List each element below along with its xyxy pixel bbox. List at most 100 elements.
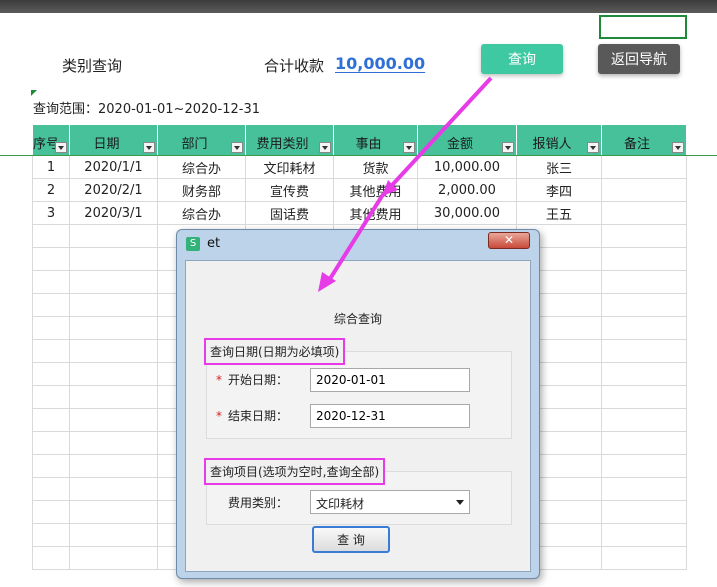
table-cell[interactable] <box>32 500 70 524</box>
submit-query-button[interactable]: 查 询 <box>312 526 390 553</box>
table-cell[interactable] <box>32 224 70 248</box>
table-cell[interactable]: 文印耗材 <box>245 155 334 179</box>
table-row: 1 2020/1/1 综合办 文印耗材 货款 10,000.00 张三 <box>32 155 687 179</box>
table-cell[interactable]: 其他费用 <box>333 178 418 202</box>
date-group-title: 查询日期(日期为必填项) <box>204 338 346 365</box>
column-header: 金额 <box>417 124 517 156</box>
table-cell[interactable]: 李四 <box>516 178 602 202</box>
table-cell[interactable] <box>32 454 70 478</box>
table-cell[interactable] <box>32 546 70 570</box>
table-cell[interactable]: 2,000.00 <box>417 178 517 202</box>
table-cell[interactable]: 2020/1/1 <box>69 155 158 179</box>
table-cell[interactable]: 2020/3/1 <box>69 201 158 225</box>
table-cell[interactable] <box>601 270 687 294</box>
table-cell[interactable] <box>601 477 687 501</box>
table-cell[interactable] <box>32 523 70 547</box>
table-cell[interactable] <box>69 431 158 455</box>
table-cell[interactable]: 张三 <box>516 155 602 179</box>
category-query-label: 类别查询 <box>62 57 123 75</box>
filter-dropdown-icon[interactable] <box>587 142 599 153</box>
table-cell[interactable] <box>32 431 70 455</box>
freeze-line <box>0 155 717 156</box>
column-header: 费用类别 <box>245 124 334 156</box>
table-cell[interactable]: 2 <box>32 178 70 202</box>
table-cell[interactable]: 2020/2/1 <box>69 178 158 202</box>
table-cell[interactable] <box>32 247 70 271</box>
table-cell[interactable]: 1 <box>32 155 70 179</box>
table-cell[interactable] <box>32 477 70 501</box>
column-header-label: 部门 <box>181 137 208 152</box>
table-cell[interactable] <box>32 270 70 294</box>
table-cell[interactable] <box>69 270 158 294</box>
table-cell[interactable] <box>69 362 158 386</box>
table-cell[interactable]: 王五 <box>516 201 602 225</box>
table-cell[interactable]: 财务部 <box>157 178 246 202</box>
end-date-label: * 结束日期： <box>216 409 289 423</box>
table-cell[interactable] <box>69 523 158 547</box>
query-range-text: 查询范围：2020-01-01~2020-12-31 <box>33 102 260 117</box>
table-cell[interactable]: 3 <box>32 201 70 225</box>
filter-dropdown-icon[interactable] <box>502 142 514 153</box>
end-date-input[interactable] <box>310 404 470 428</box>
table-cell[interactable] <box>32 362 70 386</box>
start-date-input[interactable] <box>310 368 470 392</box>
table-cell[interactable] <box>601 201 687 225</box>
table-cell[interactable] <box>601 500 687 524</box>
table-cell[interactable] <box>601 293 687 317</box>
table-cell[interactable] <box>69 316 158 340</box>
filter-dropdown-icon[interactable] <box>143 142 155 153</box>
table-cell[interactable] <box>69 454 158 478</box>
table-cell[interactable] <box>601 546 687 570</box>
close-icon[interactable]: ✕ <box>488 232 530 249</box>
filter-dropdown-icon[interactable] <box>403 142 415 153</box>
table-cell[interactable] <box>601 339 687 363</box>
table-cell[interactable] <box>601 408 687 432</box>
table-cell[interactable] <box>32 339 70 363</box>
table-cell[interactable] <box>69 408 158 432</box>
table-cell[interactable] <box>32 408 70 432</box>
table-cell[interactable] <box>601 454 687 478</box>
table-cell[interactable] <box>69 477 158 501</box>
table-cell[interactable] <box>69 293 158 317</box>
dialog-titlebar[interactable]: S et ✕ <box>177 230 539 256</box>
filter-dropdown-icon[interactable] <box>55 142 67 153</box>
table-cell[interactable]: 货款 <box>333 155 418 179</box>
column-header-label: 序号 <box>33 137 60 152</box>
table-cell[interactable] <box>601 362 687 386</box>
table-cell[interactable] <box>32 293 70 317</box>
table-cell[interactable] <box>32 316 70 340</box>
table-cell[interactable]: 宣传费 <box>245 178 334 202</box>
chevron-down-icon[interactable] <box>456 500 464 505</box>
back-to-nav-button[interactable]: 返回导航 <box>598 44 680 74</box>
table-cell[interactable]: 10,000.00 <box>417 155 517 179</box>
dialog-title: et <box>207 236 221 251</box>
filter-dropdown-icon[interactable] <box>231 142 243 153</box>
table-cell[interactable] <box>601 316 687 340</box>
filter-dropdown-icon[interactable] <box>319 142 331 153</box>
table-cell[interactable]: 其他费用 <box>333 201 418 225</box>
table-cell[interactable] <box>601 224 687 248</box>
table-cell[interactable] <box>32 385 70 409</box>
table-cell[interactable] <box>601 178 687 202</box>
table-cell[interactable] <box>69 500 158 524</box>
table-cell[interactable] <box>69 247 158 271</box>
table-row: 2 2020/2/1 财务部 宣传费 其他费用 2,000.00 李四 <box>32 178 687 202</box>
table-cell[interactable] <box>69 546 158 570</box>
table-cell[interactable]: 固话费 <box>245 201 334 225</box>
table-cell[interactable] <box>69 339 158 363</box>
table-cell[interactable] <box>601 431 687 455</box>
table-cell[interactable] <box>601 385 687 409</box>
table-cell[interactable] <box>601 155 687 179</box>
table-cell[interactable] <box>69 224 158 248</box>
filter-dropdown-icon[interactable] <box>672 142 684 153</box>
table-cell[interactable]: 综合办 <box>157 155 246 179</box>
table-cell[interactable]: 综合办 <box>157 201 246 225</box>
table-cell[interactable] <box>601 247 687 271</box>
query-button[interactable]: 查询 <box>481 44 563 74</box>
category-select[interactable]: 文印耗材 <box>310 490 470 514</box>
table-cell[interactable] <box>601 523 687 547</box>
column-header: 部门 <box>157 124 246 156</box>
table-cell[interactable]: 30,000.00 <box>417 201 517 225</box>
selected-cell[interactable] <box>599 15 687 39</box>
table-cell[interactable] <box>69 385 158 409</box>
